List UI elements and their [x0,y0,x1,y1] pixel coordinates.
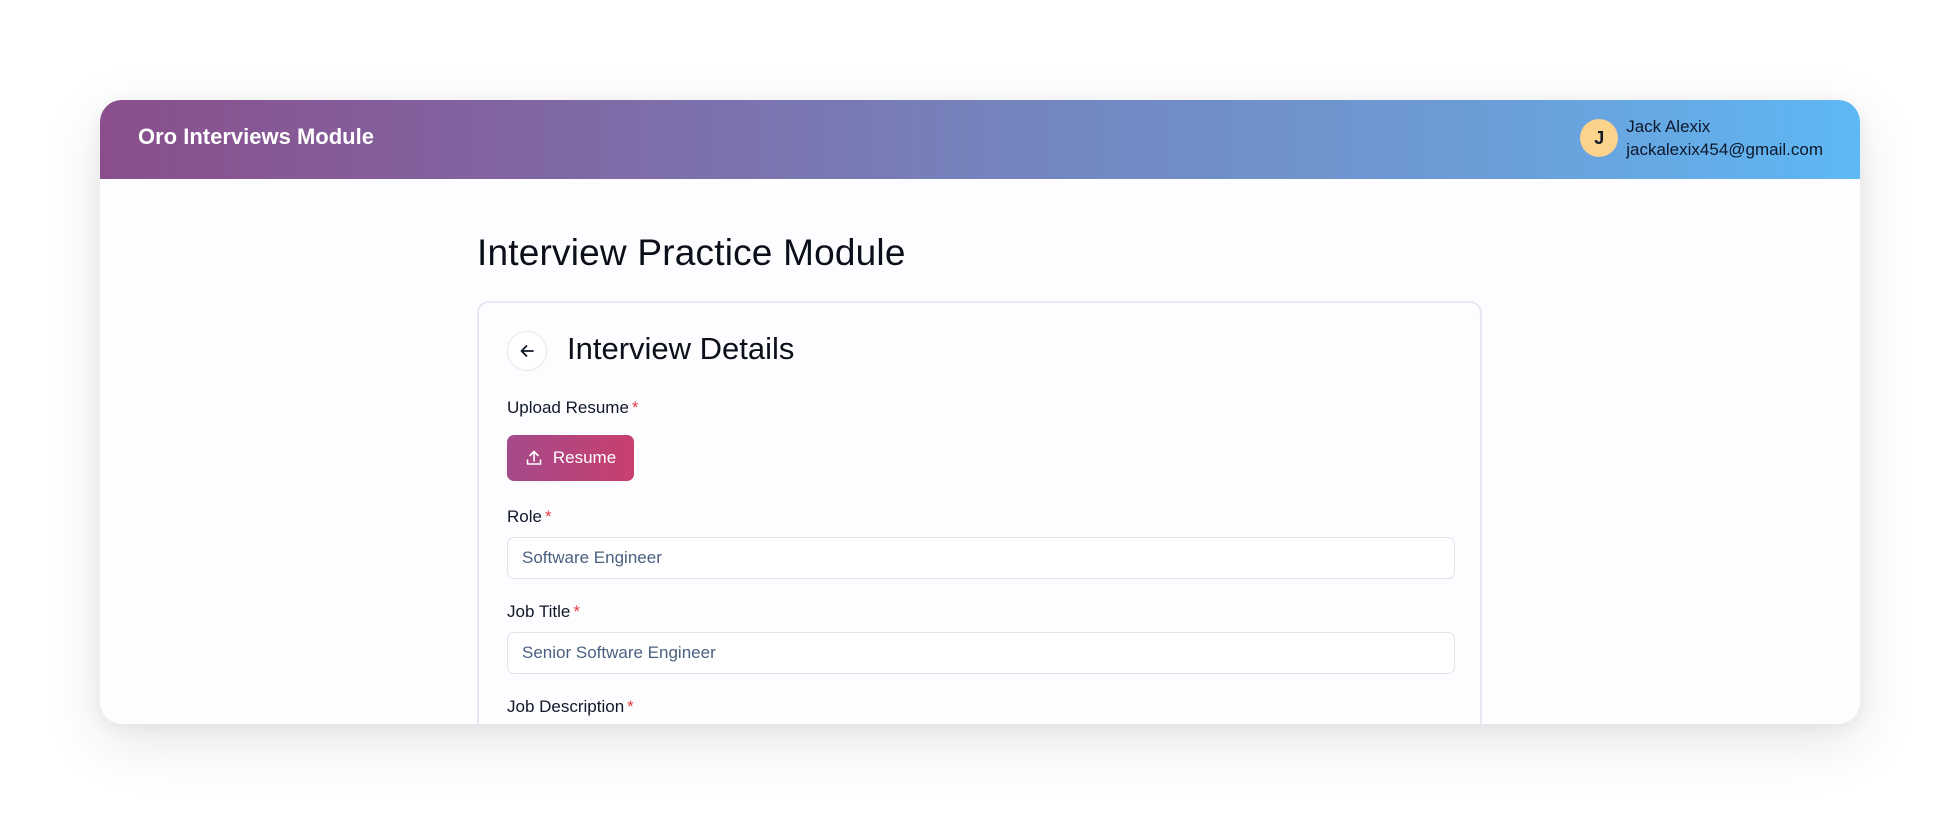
job-title-label-text: Job Title [507,602,571,621]
arrow-left-icon [520,345,534,357]
upload-resume-button[interactable]: Resume [507,435,634,481]
interview-details-card: Interview Details Upload Resume * Resume … [477,301,1482,724]
back-button[interactable] [507,331,547,371]
upload-resume-label-text: Upload Resume [507,398,629,417]
job-title-input[interactable] [507,632,1455,674]
required-mark: * [627,697,634,716]
upload-resume-label: Upload Resume * [507,398,639,418]
job-description-label: Job Description * [507,697,634,717]
top-navigation-bar: Oro Interviews Module J Jack Alexix jack… [100,100,1860,179]
role-label: Role * [507,507,552,527]
job-description-label-text: Job Description [507,697,625,716]
required-mark: * [544,507,552,526]
role-label-text: Role [507,507,542,526]
card-title: Interview Details [567,331,795,366]
role-input[interactable] [507,537,1455,579]
page-title: Interview Practice Module [477,232,906,273]
job-title-label: Job Title * [507,602,580,622]
user-profile[interactable]: J Jack Alexix jackalexix454@gmail.com [1580,115,1823,161]
upload-resume-button-label: Resume [552,448,617,467]
user-email: jackalexix454@gmail.com [1626,140,1823,159]
upload-icon [526,450,542,465]
avatar[interactable]: J [1580,119,1619,157]
user-name: Jack Alexix [1626,117,1711,136]
app-window: Oro Interviews Module J Jack Alexix jack… [100,100,1860,724]
required-mark: * [573,602,580,621]
user-info: Jack Alexix jackalexix454@gmail.com [1626,115,1823,161]
brand-title: Oro Interviews Module [138,124,374,149]
required-mark: * [631,398,639,417]
main-content: Interview Practice Module Interview Deta… [100,179,1860,724]
